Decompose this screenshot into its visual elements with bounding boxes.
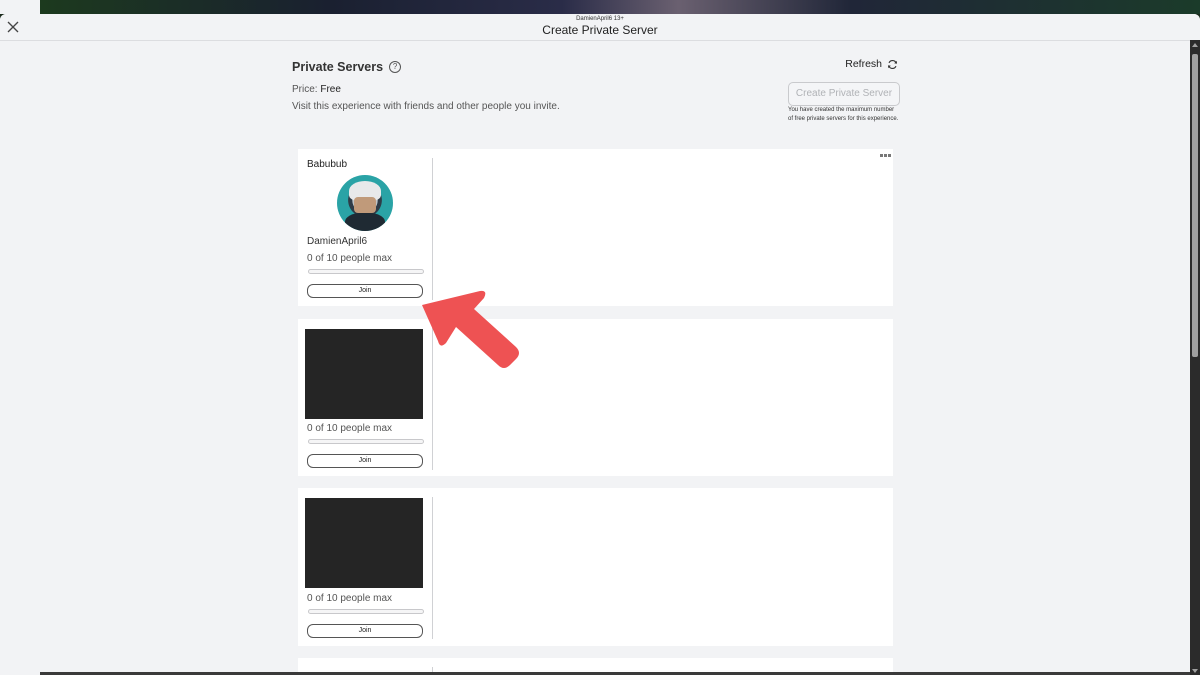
owner-avatar[interactable] [337,175,393,231]
refresh-icon [888,59,897,69]
header-subtitle: DamienApril6 13+ [576,16,624,22]
price-value: Free [320,84,341,95]
price-row: Price: Free [292,84,341,95]
server-thumbnail [305,329,423,419]
join-button[interactable]: Join [307,454,423,468]
capacity-bar [308,439,424,444]
scroll-up-icon[interactable] [1192,43,1198,47]
max-servers-note: You have created the maximum number of f… [788,107,899,122]
server-thumbnail [305,498,423,588]
card-divider [432,158,433,300]
more-options-icon[interactable] [880,154,891,157]
annotation-arrow-icon [422,290,519,368]
modal-title: Create Private Server [542,23,658,37]
join-button[interactable]: Join [307,624,423,638]
capacity-text: 0 of 10 people max [307,423,393,434]
section-description: Visit this experience with friends and o… [292,101,560,112]
section-title: Private Servers ? [292,60,402,74]
vertical-scrollbar[interactable] [1190,40,1200,675]
create-private-server-modal: DamienApril6 13+ Create Private Server P… [0,14,1200,675]
capacity-bar [308,609,424,614]
server-card-info: Babubub DamienApril6 0 of 10 people max … [298,149,432,306]
server-card: 0 of 10 people max Join [298,488,893,646]
section-title-text: Private Servers [292,60,384,74]
background-left [0,0,40,14]
scroll-down-icon[interactable] [1192,669,1198,673]
server-card-info: 0 of 10 people max Join [298,488,432,646]
game-background [40,0,1200,14]
capacity-bar [308,269,424,274]
price-label: Price: [292,84,318,95]
scroll-thumb[interactable] [1192,54,1198,357]
join-button[interactable]: Join [307,284,423,298]
create-private-server-button[interactable]: Create Private Server [788,82,900,106]
server-card: 0 of 10 people max Join [298,319,893,476]
refresh-label: Refresh [845,58,882,70]
capacity-text: 0 of 10 people max [307,593,393,604]
modal-header: DamienApril6 13+ Create Private Server [0,14,1200,41]
owner-name[interactable]: DamienApril6 [307,236,367,247]
server-card-info: 0 of 10 people max Join [298,319,432,476]
server-name: Babubub [307,159,348,170]
capacity-text: 0 of 10 people max [307,253,393,264]
refresh-button[interactable]: Refresh [845,58,898,70]
server-card: Babubub DamienApril6 0 of 10 people max … [298,149,893,306]
card-divider [432,497,433,639]
help-icon[interactable]: ? [389,61,402,73]
